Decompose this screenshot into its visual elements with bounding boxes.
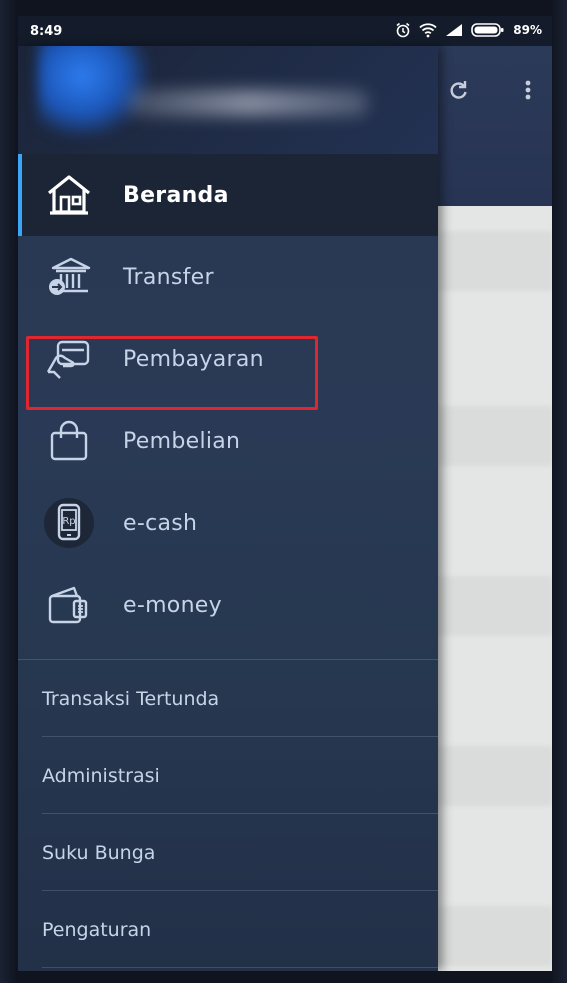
menu-item-label: e-cash (123, 510, 198, 536)
screen: 8:49 89% Beranda Transfer Pembayaran Pem… (18, 16, 552, 971)
menu-item-label: Beranda (123, 182, 229, 208)
svg-text:Rp: Rp (62, 516, 75, 527)
alarm-icon (395, 22, 411, 38)
menu-item-pengaturan[interactable]: Pengaturan (18, 891, 438, 968)
background-app-bar (438, 46, 552, 206)
menu-item-label: Transfer (123, 264, 214, 290)
background-app (438, 46, 552, 971)
wallet-icon (42, 578, 96, 632)
background-card (438, 406, 552, 466)
battery-icon (471, 22, 505, 38)
drawer-header[interactable] (18, 46, 438, 154)
more-vert-icon[interactable] (516, 78, 540, 102)
menu-item-pembelian[interactable]: Pembelian (18, 400, 438, 482)
menu-item-label: Suku Bunga (42, 841, 156, 864)
refresh-icon[interactable] (446, 78, 470, 102)
menu-item-label: Administrasi (42, 764, 160, 787)
status-icons: 89% (395, 22, 542, 38)
signal-icon (445, 23, 463, 37)
phone-rp-icon: Rp (42, 496, 96, 550)
battery-percent: 89% (513, 23, 542, 37)
bank-transfer-icon (42, 250, 96, 304)
payment-card-icon (42, 332, 96, 386)
menu-item-e-money[interactable]: e-money (18, 564, 438, 646)
background-card (438, 746, 552, 806)
menu-item-label: Pembayaran (123, 346, 264, 372)
wifi-icon (419, 22, 437, 38)
menu-item-label: e-money (123, 592, 222, 618)
menu-item-administrasi[interactable]: Administrasi (18, 737, 438, 814)
status-bar: 8:49 89% (18, 16, 552, 46)
background-card (438, 576, 552, 636)
user-name-blurred (128, 90, 368, 116)
active-indicator (18, 154, 22, 236)
secondary-menu: Transaksi Tertunda Administrasi Suku Bun… (18, 659, 438, 968)
menu-item-pembayaran[interactable]: Pembayaran (18, 318, 438, 400)
menu-item-transfer[interactable]: Transfer (18, 236, 438, 318)
background-card (438, 231, 552, 291)
drawer-menu: Beranda Transfer Pembayaran Pembelian Rp… (18, 154, 438, 646)
menu-item-transaksi-tertunda[interactable]: Transaksi Tertunda (18, 660, 438, 737)
menu-item-label: Transaksi Tertunda (42, 687, 220, 710)
navigation-drawer: Beranda Transfer Pembayaran Pembelian Rp… (18, 46, 438, 971)
phone-frame: 8:49 89% Beranda Transfer Pembayaran Pem… (0, 0, 567, 983)
divider (42, 967, 438, 968)
menu-item-label: Pengaturan (42, 918, 152, 941)
background-card (438, 906, 552, 966)
menu-item-label: Pembelian (123, 428, 241, 454)
status-time: 8:49 (30, 24, 63, 39)
menu-item-e-cash[interactable]: Rp e-cash (18, 482, 438, 564)
shopping-bag-icon (42, 414, 96, 468)
home-icon (42, 168, 96, 222)
menu-item-beranda[interactable]: Beranda (18, 154, 438, 236)
menu-item-suku-bunga[interactable]: Suku Bunga (18, 814, 438, 891)
